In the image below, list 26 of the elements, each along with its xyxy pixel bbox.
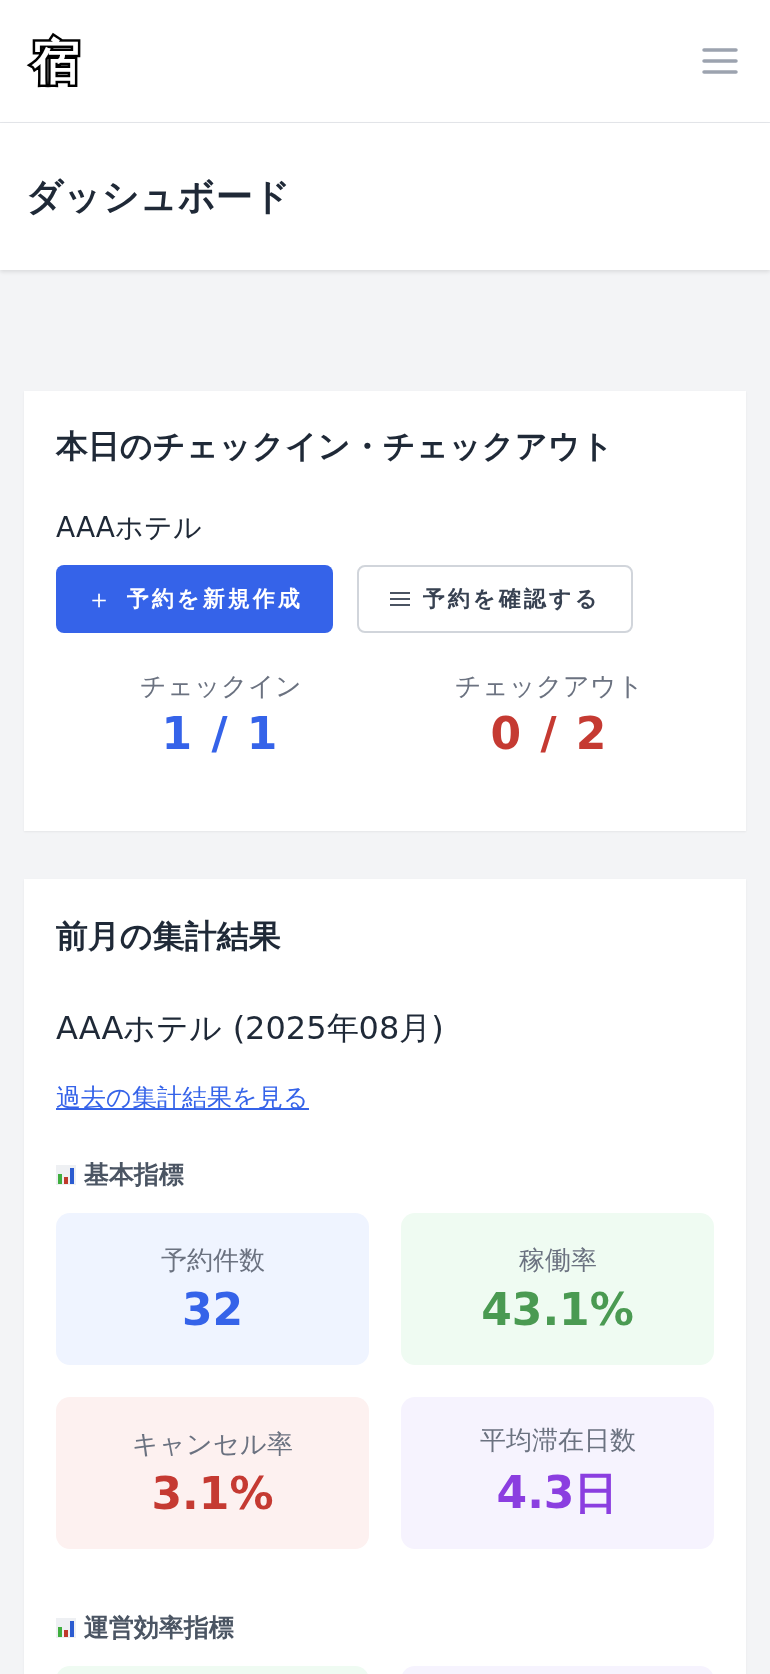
- section-heading: 運営効率指標: [84, 1612, 234, 1644]
- past-results-link[interactable]: 過去の集計結果を見る: [56, 1081, 309, 1114]
- hotel-name: AAAホテル: [56, 510, 204, 546]
- count-label: チェックイン: [138, 670, 303, 703]
- list-icon: [389, 591, 411, 607]
- count-value: 0 / 2: [489, 708, 610, 759]
- metric-value: 43.1%: [481, 1284, 634, 1335]
- metric-value: 3.1%: [151, 1468, 274, 1519]
- section-heading: 基本指標: [84, 1159, 184, 1191]
- metric-label: 予約件数: [160, 1244, 265, 1277]
- count-value: 1 / 1: [160, 708, 281, 759]
- metric-value: 4.3日: [496, 1466, 619, 1520]
- bar-chart-icon: [56, 1164, 76, 1185]
- create-reservation-button[interactable]: ＋ 予約を新規作成: [56, 565, 333, 633]
- view-reservations-button[interactable]: 予約を確認する: [357, 565, 633, 633]
- metric-label: キャンセル率: [132, 1428, 293, 1461]
- card-title: 本日のチェックイン・チェックアウト: [56, 426, 615, 467]
- metric-value: 32: [181, 1284, 244, 1335]
- bar-chart-icon: [56, 1617, 76, 1638]
- card-title: 前月の集計結果: [56, 916, 282, 957]
- metric-label: 平均滞在日数: [479, 1424, 636, 1457]
- menu-icon[interactable]: [702, 47, 738, 75]
- count-label: チェックアウト: [454, 670, 645, 703]
- page-title: ダッシュボード: [26, 173, 291, 220]
- hotel-period: AAAホテル (2025年08月): [56, 1008, 445, 1049]
- metric-label: 稼働率: [518, 1244, 597, 1277]
